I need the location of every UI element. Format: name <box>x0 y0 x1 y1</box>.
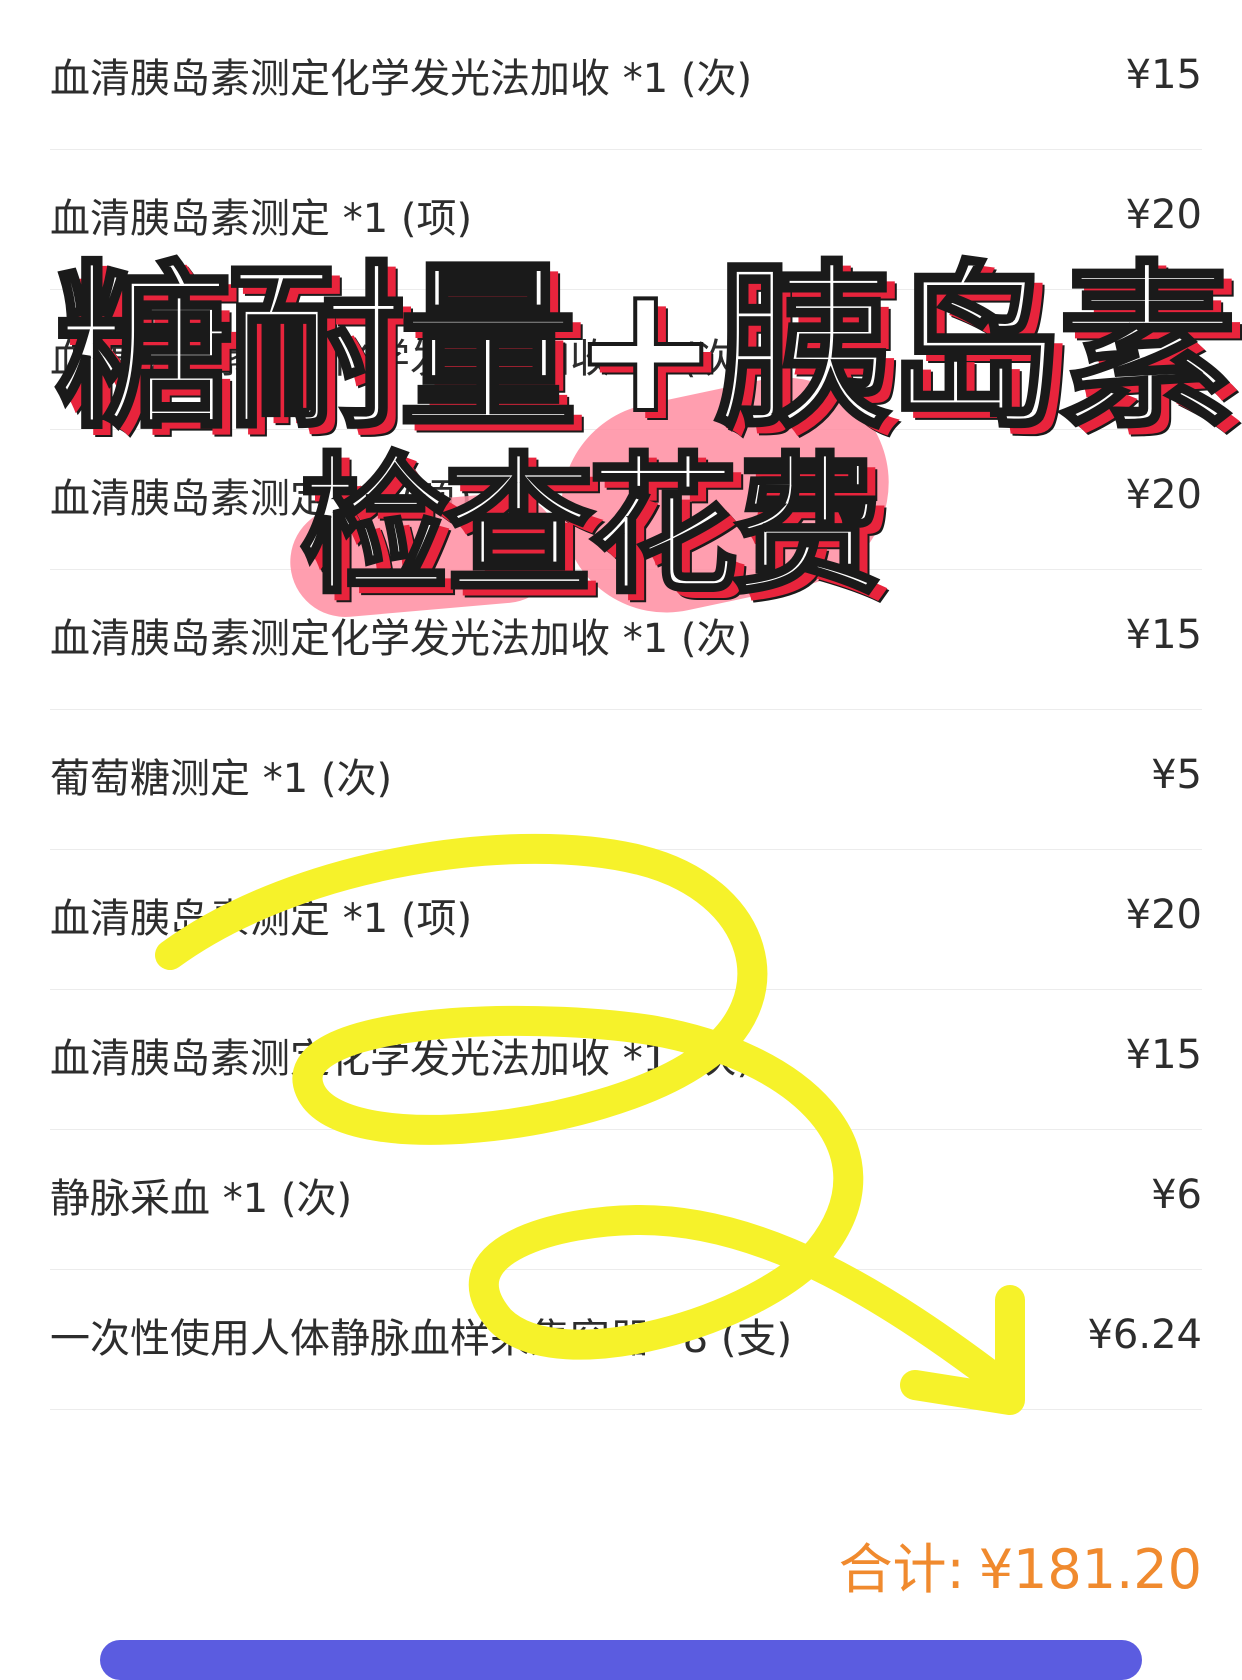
list-item: 血清胰岛素测定化学发光法加收 *1 (次) ¥15 <box>50 560 1202 710</box>
list-item: 血清胰岛素测定 *1 (项) ¥20 <box>50 140 1202 290</box>
item-price: ¥20 <box>1125 891 1202 938</box>
item-name: 一次性使用人体静脉血样采集容器 *8 (支) <box>50 1315 793 1362</box>
pay-button[interactable] <box>100 1640 1142 1680</box>
item-price: ¥20 <box>1125 471 1202 518</box>
list-item: 血清胰岛素测定化学发光法加收 *1 (次) ¥15 <box>50 980 1202 1130</box>
list-item: 血清胰岛素测定化学发光法加收 *1 (次) ¥15 <box>50 280 1202 430</box>
list-item: 血清胰岛素测定 *1 (项) ¥20 <box>50 840 1202 990</box>
list-item: 一次性使用人体静脉血样采集容器 *8 (支) ¥6.24 <box>50 1260 1202 1410</box>
item-name: 血清胰岛素测定 *1 (项) <box>50 195 473 242</box>
item-price: ¥5 <box>1151 751 1202 798</box>
list-item: 血清胰岛素测定 *1 (项) ¥20 <box>50 420 1202 570</box>
item-price: ¥15 <box>1125 611 1202 658</box>
item-name: 血清胰岛素测定 *1 (项) <box>50 475 473 522</box>
item-name: 血清胰岛素测定化学发光法加收 *1 (次) <box>50 1035 753 1082</box>
item-name: 葡萄糖测定 *1 (次) <box>50 755 393 802</box>
item-price: ¥6 <box>1151 1171 1202 1218</box>
item-price: ¥15 <box>1125 331 1202 378</box>
item-price: ¥15 <box>1125 1031 1202 1078</box>
item-name: 血清胰岛素测定 *1 (项) <box>50 895 473 942</box>
item-price: ¥15 <box>1125 51 1202 98</box>
total-value: ¥181.20 <box>978 1538 1202 1601</box>
item-name: 血清胰岛素测定化学发光法加收 *1 (次) <box>50 55 753 102</box>
item-name: 血清胰岛素测定化学发光法加收 *1 (次) <box>50 335 753 382</box>
total-label: 合计: <box>838 1538 965 1601</box>
list-item: 血清胰岛素测定化学发光法加收 *1 (次) ¥15 <box>50 0 1202 150</box>
list-item: 静脉采血 *1 (次) ¥6 <box>50 1120 1202 1270</box>
item-name: 静脉采血 *1 (次) <box>50 1175 353 1222</box>
item-price: ¥20 <box>1125 191 1202 238</box>
item-price: ¥6.24 <box>1087 1311 1202 1358</box>
total-amount: 合计: ¥181.20 <box>838 1525 1202 1604</box>
item-name: 血清胰岛素测定化学发光法加收 *1 (次) <box>50 615 753 662</box>
list-item: 葡萄糖测定 *1 (次) ¥5 <box>50 700 1202 850</box>
